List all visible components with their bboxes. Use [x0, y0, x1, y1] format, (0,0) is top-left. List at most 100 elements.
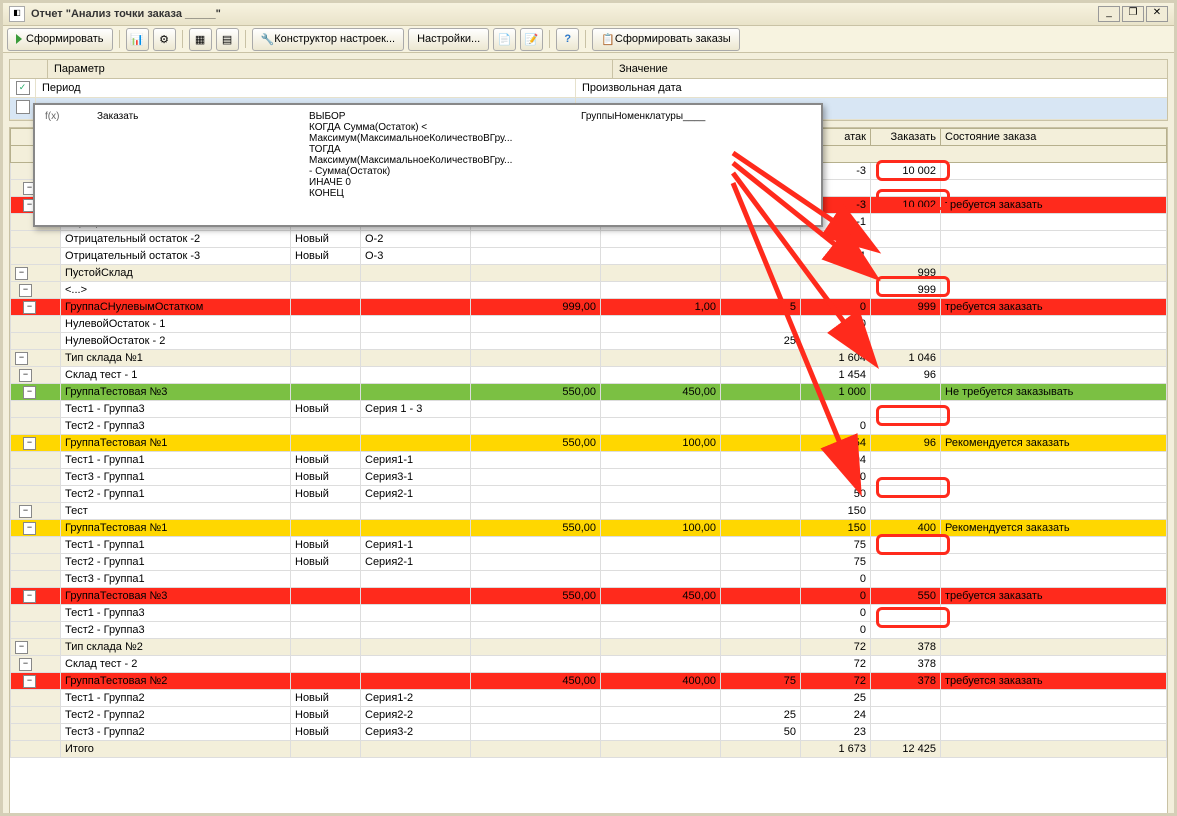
table-row[interactable]: Тест1 - Группа1НовыйСерия1-1104 [11, 452, 1167, 469]
cell [721, 452, 801, 469]
table-row[interactable]: −ГруппаТестовая №1550,00100,00150400Реко… [11, 520, 1167, 537]
collapse-icon[interactable]: − [15, 352, 28, 365]
cell [291, 299, 361, 316]
minimize-button[interactable]: _ [1098, 6, 1120, 22]
cell [721, 639, 801, 656]
checkbox-icon[interactable]: ✓ [16, 81, 30, 95]
icon-btn-2[interactable]: ⚙ [153, 28, 176, 51]
collapse-icon[interactable]: − [23, 301, 36, 314]
table-row[interactable]: Итого1 67312 425 [11, 741, 1167, 758]
table-row[interactable]: −Склад тест - 272378 [11, 656, 1167, 673]
collapse-icon[interactable]: − [19, 505, 32, 518]
table-row[interactable]: Тест1 - Группа3НовыйСерия 1 - 3 [11, 401, 1167, 418]
overlay-right: ГруппыНоменклатуры____ [575, 109, 817, 201]
cell: 1,00 [601, 299, 721, 316]
icon-btn-4[interactable]: ▤ [216, 28, 239, 51]
cell: Тест [61, 503, 291, 520]
icon-btn-3[interactable]: ▦ [189, 28, 212, 51]
table-row[interactable]: −Склад тест - 11 45496 [11, 367, 1167, 384]
cell [471, 690, 601, 707]
cell: 0 [801, 333, 871, 350]
cell [291, 571, 361, 588]
cell [721, 588, 801, 605]
table-row[interactable]: Отрицательный остаток -3НовыйО-3-1 [11, 248, 1167, 265]
table-row[interactable]: Тест3 - Группа1НовыйСерия3-1300 [11, 469, 1167, 486]
cell [871, 707, 941, 724]
cell [471, 656, 601, 673]
table-row[interactable]: −<...>999 [11, 282, 1167, 299]
maximize-button[interactable]: ❐ [1122, 6, 1144, 22]
table-row[interactable]: −ГруппаТестовая №3550,00450,000550требуе… [11, 588, 1167, 605]
formula-overlay[interactable]: f(x) Заказать ВЫБОР КОГДА Сумма(Остаток)… [33, 103, 823, 227]
cell: 0 [801, 588, 871, 605]
checkbox-icon[interactable] [16, 100, 30, 114]
cell [871, 605, 941, 622]
cell [601, 707, 721, 724]
cell: Новый [291, 469, 361, 486]
params-row-period[interactable]: ✓ Период Произвольная дата [10, 79, 1167, 98]
table-row[interactable]: Тест2 - Группа30 [11, 418, 1167, 435]
table-row[interactable]: Тест3 - Группа10 [11, 571, 1167, 588]
form-orders-button[interactable]: 📋 Сформировать заказы [592, 28, 739, 51]
collapse-icon[interactable]: − [23, 675, 36, 688]
cell [941, 265, 1167, 282]
cell: 454 [801, 435, 871, 452]
cell: ГруппаТестовая №3 [61, 588, 291, 605]
cell [941, 452, 1167, 469]
table-row[interactable]: Тест3 - Группа2НовыйСерия3-25023 [11, 724, 1167, 741]
collapse-icon[interactable]: − [15, 641, 28, 654]
report-area[interactable]: атак Заказать Состояние заказа -310 002−… [9, 127, 1168, 816]
table-row[interactable]: Тест1 - Группа30 [11, 605, 1167, 622]
overlay-label: Заказать [91, 109, 303, 201]
cell: 400,00 [601, 673, 721, 690]
icon-btn-5[interactable]: 📄 [493, 28, 516, 51]
table-row[interactable]: Тест2 - Группа1НовыйСерия2-175 [11, 554, 1167, 571]
constructor-button[interactable]: 🔧 Конструктор настроек... [252, 28, 405, 51]
cell: 450,00 [601, 384, 721, 401]
table-row[interactable]: НулевойОстаток - 10 [11, 316, 1167, 333]
cell [871, 384, 941, 401]
form-button[interactable]: Сформировать [7, 28, 113, 51]
collapse-icon[interactable]: − [19, 369, 32, 382]
table-row[interactable]: НулевойОстаток - 2250 [11, 333, 1167, 350]
table-row[interactable]: −ПустойСклад999 [11, 265, 1167, 282]
cell: Тест1 - Группа3 [61, 605, 291, 622]
settings-button[interactable]: Настройки... [408, 28, 489, 51]
cell: Новый [291, 248, 361, 265]
collapse-icon[interactable]: − [23, 386, 36, 399]
table-row[interactable]: Тест2 - Группа2НовыйСерия2-22524 [11, 707, 1167, 724]
table-row[interactable]: −ГруппаСНулевымОстатком999,001,0050999тр… [11, 299, 1167, 316]
collapse-icon[interactable]: − [23, 590, 36, 603]
table-row[interactable]: Тест1 - Группа1НовыйСерия1-175 [11, 537, 1167, 554]
table-row[interactable]: −ГруппаТестовая №3550,00450,001 000Не тр… [11, 384, 1167, 401]
titlebar[interactable]: ◧ Отчет "Анализ точки заказа _____" _ ❐ … [3, 3, 1174, 26]
cell: 0 [801, 418, 871, 435]
help-button[interactable]: ? [556, 28, 579, 51]
collapse-icon[interactable]: − [19, 658, 32, 671]
cell: 12 425 [871, 741, 941, 758]
icon-btn-1[interactable]: 📊 [126, 28, 149, 51]
cell [471, 367, 601, 384]
cell: Новый [291, 537, 361, 554]
collapse-icon[interactable]: − [15, 267, 28, 280]
table-row[interactable]: −ГруппаТестовая №2450,00400,007572378тре… [11, 673, 1167, 690]
constructor-label: Конструктор настроек... [274, 33, 395, 45]
table-row[interactable]: −Тип склада №11 6041 046 [11, 350, 1167, 367]
table-row[interactable]: −Тест150 [11, 503, 1167, 520]
table-row[interactable]: −ГруппаТестовая №1550,00100,0045496Реком… [11, 435, 1167, 452]
icon-btn-6[interactable]: 📝 [520, 28, 543, 51]
close-button[interactable]: ✕ [1146, 6, 1168, 22]
table-row[interactable]: Тест2 - Группа1НовыйСерия2-150 [11, 486, 1167, 503]
overlay-formula: ВЫБОР КОГДА Сумма(Остаток) < Максимум(Ма… [303, 109, 575, 201]
cell: Новый [291, 231, 361, 248]
cell [721, 622, 801, 639]
table-row[interactable]: Тест1 - Группа2НовыйСерия1-225 [11, 690, 1167, 707]
cell [601, 350, 721, 367]
collapse-icon[interactable]: − [23, 437, 36, 450]
table-row[interactable]: −Тип склада №272378 [11, 639, 1167, 656]
table-row[interactable]: Отрицательный остаток -2НовыйО-2-1 [11, 231, 1167, 248]
collapse-icon[interactable]: − [23, 522, 36, 535]
cell [291, 265, 361, 282]
collapse-icon[interactable]: − [19, 284, 32, 297]
table-row[interactable]: Тест2 - Группа30 [11, 622, 1167, 639]
